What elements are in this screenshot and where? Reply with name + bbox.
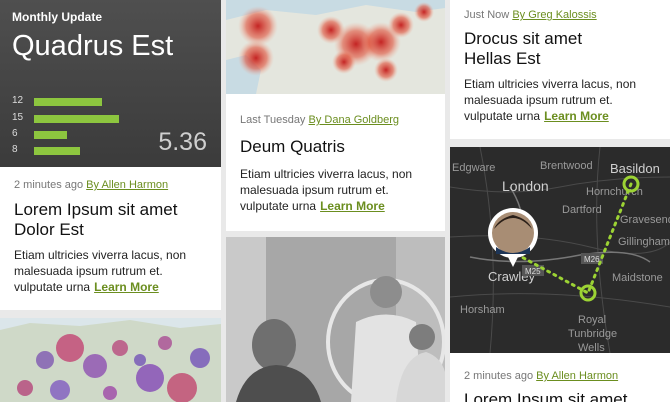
article-title-line: Drocus sit amet xyxy=(464,29,583,48)
article-meta: Last Tuesday By Dana Goldberg xyxy=(240,114,399,126)
stats-row-number: 12 xyxy=(12,95,24,106)
stats-row-bar xyxy=(34,115,119,123)
security-camera-photo xyxy=(226,237,445,402)
map-place: Horsham xyxy=(460,304,505,316)
heat-map-image xyxy=(226,0,445,94)
article-title-line: Dolor Est xyxy=(14,220,84,239)
article-card[interactable]: Just Now By Greg Kalossis Drocus sit ame… xyxy=(450,0,670,139)
article-card[interactable]: Last Tuesday By Dana Goldberg Deum Quatr… xyxy=(226,94,445,231)
map-place: Tunbridge xyxy=(568,328,617,340)
map-place: Dartford xyxy=(562,204,602,216)
article-meta: 2 minutes ago By Allen Harmon xyxy=(14,179,168,191)
map-place: Basildon xyxy=(610,161,660,176)
author-link[interactable]: By Allen Harmon xyxy=(536,370,618,382)
article-title-line: Lorem Ipsum sit amet xyxy=(464,390,628,402)
article-card[interactable]: 2 minutes ago By Allen Harmon Lorem Ipsu… xyxy=(450,353,670,402)
map-place: London xyxy=(502,178,549,194)
article-title-line: Hellas Est xyxy=(464,49,541,68)
author-link[interactable]: By Greg Kalossis xyxy=(512,9,596,21)
article-title-line: Deum Quatris xyxy=(240,137,345,156)
stats-value: 5.36 xyxy=(158,128,207,156)
learn-more-link[interactable]: Learn More xyxy=(544,109,609,123)
article-title[interactable]: Drocus sit amet Hellas Est xyxy=(464,29,582,69)
bubble-map-image xyxy=(0,318,221,402)
article-body: Etiam ultricies viverra lacus, non males… xyxy=(240,166,435,214)
article-time: 2 minutes ago xyxy=(14,179,84,191)
article-title[interactable]: Lorem Ipsum sit amet Dolor Est xyxy=(14,200,177,240)
article-time: Just Now xyxy=(464,9,510,21)
article-title-line: Lorem Ipsum sit amet xyxy=(14,200,178,219)
article-title[interactable]: Deum Quatris xyxy=(240,137,345,157)
stats-row-bar xyxy=(34,131,67,139)
route-map-image: Edgware Brentwood London Hornchurch Dart… xyxy=(450,147,670,353)
author-link[interactable]: By Allen Harmon xyxy=(86,179,168,191)
map-road-label: M25 xyxy=(525,267,541,276)
article-time: 2 minutes ago xyxy=(464,370,534,382)
map-road-label: M26 xyxy=(584,255,600,264)
map-place: Wells xyxy=(578,342,605,353)
map-place: Gillingham xyxy=(618,236,670,248)
map-place: Maidstone xyxy=(612,272,663,284)
article-body: Etiam ultricies viverra lacus, non males… xyxy=(464,76,660,124)
article-body: Etiam ultricies viverra lacus, non males… xyxy=(14,247,209,295)
map-place: Hornchurch xyxy=(586,186,643,198)
map-place: Brentwood xyxy=(540,160,593,172)
stats-row-number: 6 xyxy=(12,128,18,139)
stats-row-bar xyxy=(34,98,102,106)
article-title[interactable]: Lorem Ipsum sit amet xyxy=(464,390,627,402)
stats-row-number: 15 xyxy=(12,112,24,123)
author-link[interactable]: By Dana Goldberg xyxy=(309,114,400,126)
stats-row-bar xyxy=(34,147,80,155)
map-place: Edgware xyxy=(452,162,495,174)
learn-more-link[interactable]: Learn More xyxy=(320,199,385,213)
article-meta: 2 minutes ago By Allen Harmon xyxy=(464,370,618,382)
article-time: Last Tuesday xyxy=(240,114,306,126)
map-place: Gravesend xyxy=(620,214,670,226)
stats-card: Monthly Update Quadrus Est 12 15 6 8 5.3… xyxy=(0,0,221,167)
stats-title: Quadrus Est xyxy=(12,30,174,62)
article-meta: Just Now By Greg Kalossis xyxy=(464,9,597,21)
learn-more-link[interactable]: Learn More xyxy=(94,280,159,294)
article-card[interactable]: 2 minutes ago By Allen Harmon Lorem Ipsu… xyxy=(0,167,221,310)
stats-row-number: 8 xyxy=(12,144,18,155)
map-place: Royal xyxy=(578,314,606,326)
stats-label: Monthly Update xyxy=(12,10,102,24)
